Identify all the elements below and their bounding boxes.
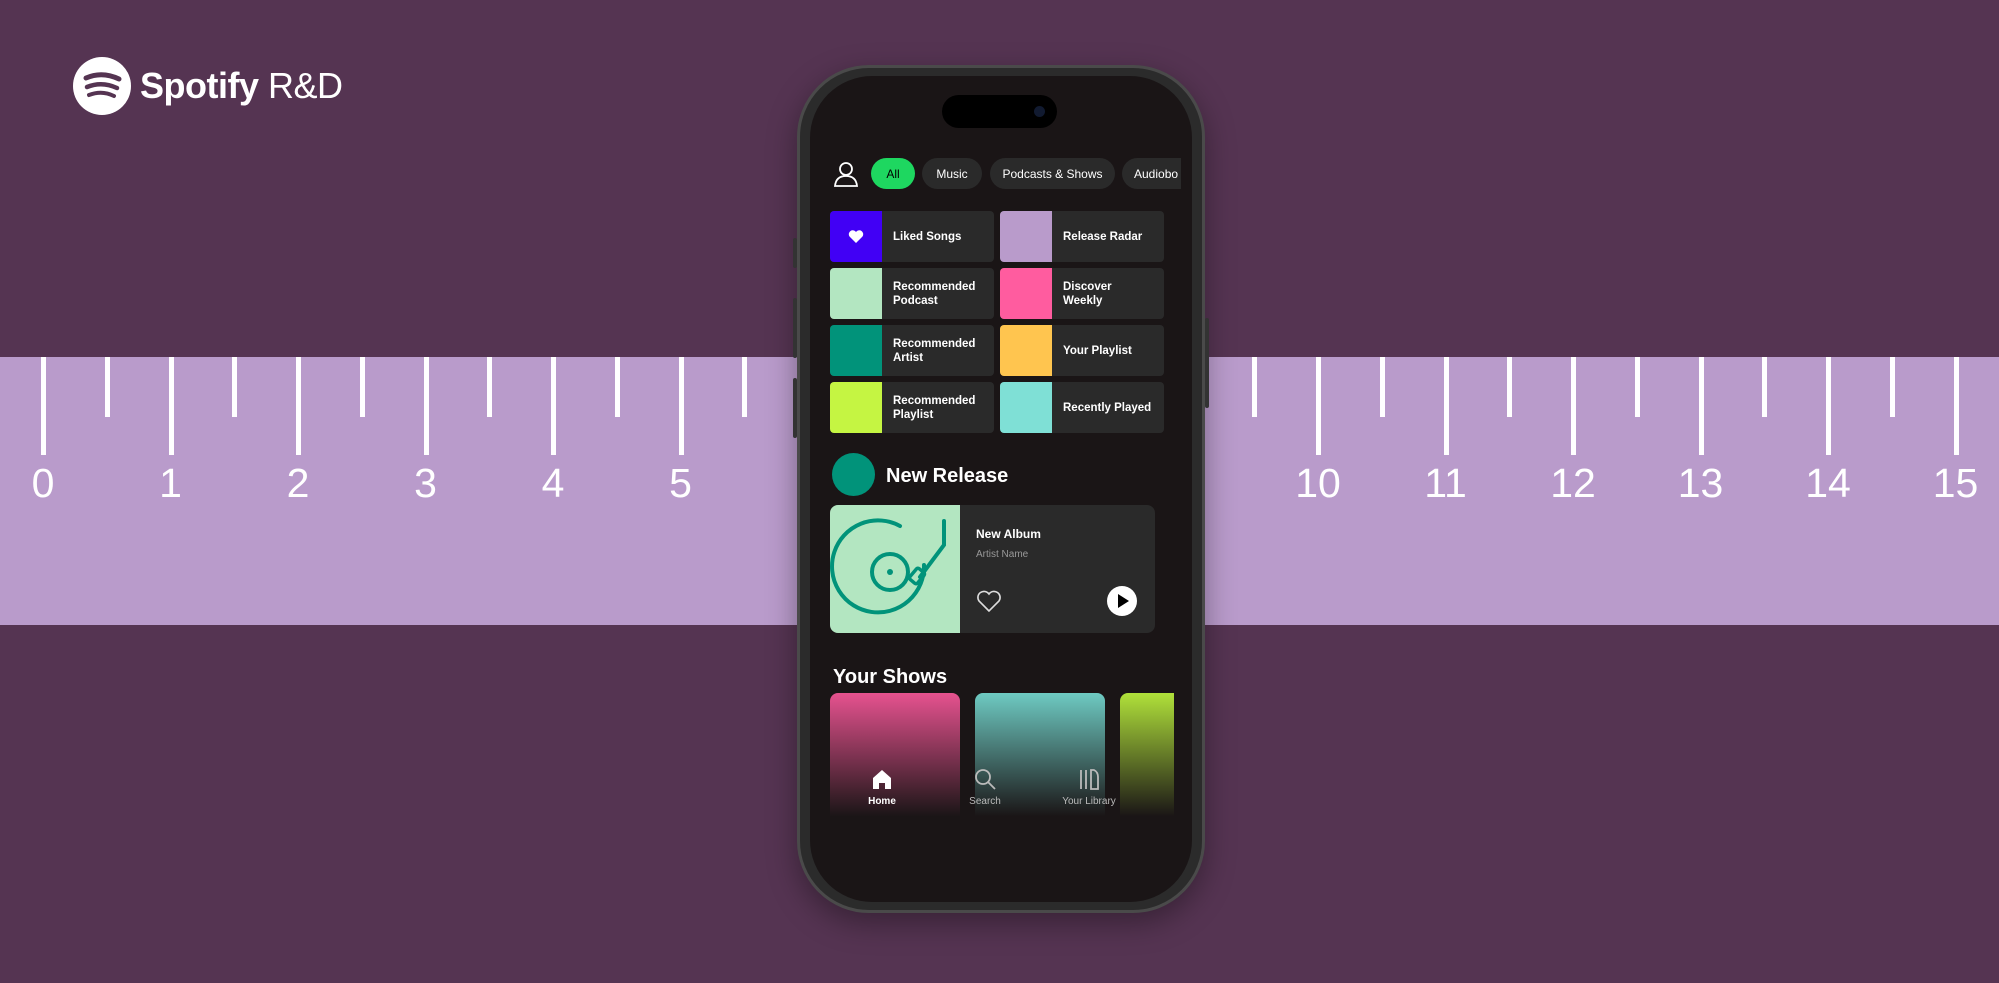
ruler-tick	[1379, 357, 1385, 417]
shortcut-cover	[1000, 211, 1052, 262]
ruler-tick	[232, 357, 238, 417]
filter-chip-music[interactable]: Music	[922, 158, 982, 189]
artist-name: Artist Name	[976, 549, 1029, 560]
ruler-tick	[296, 357, 301, 455]
brand-name: Spotify	[140, 65, 259, 106]
ruler-label: 5	[669, 460, 692, 506]
phone-button	[793, 378, 797, 438]
ruler-tick	[1826, 357, 1831, 455]
nav-home[interactable]: Home	[837, 768, 927, 807]
shortcut-cover	[830, 325, 882, 376]
ruler-tick	[168, 357, 174, 455]
ruler-label: 4	[541, 460, 565, 506]
nav-search-label: Search	[969, 796, 1001, 807]
heart-icon[interactable]	[976, 589, 1002, 613]
ruler-tick	[678, 357, 684, 455]
phone-button	[793, 298, 797, 358]
ruler-tick	[1698, 357, 1704, 455]
ruler-label: 3	[414, 460, 437, 506]
ruler-label: 10	[1295, 460, 1341, 506]
phone-button	[793, 238, 797, 268]
shortcut-label: Recently Played	[1063, 401, 1152, 414]
shortcut-card[interactable]: Release Radar	[1000, 211, 1164, 262]
heart-icon	[848, 230, 864, 243]
ruler-tick	[423, 357, 429, 455]
dynamic-island	[942, 95, 1057, 128]
album-card[interactable]: New Album Artist Name	[830, 505, 1155, 633]
album-title: New Album	[976, 527, 1041, 541]
ruler-label: 1	[159, 460, 182, 506]
shortcut-cover	[1000, 382, 1052, 433]
filter-chip-all[interactable]: All	[871, 158, 915, 189]
ruler-tick	[1953, 357, 1959, 455]
home-icon	[873, 770, 891, 789]
shortcut-label: Release Radar	[1063, 230, 1143, 243]
shortcut-label: Liked Songs	[893, 230, 962, 243]
shortcut-label: Recommended Playlist	[893, 394, 976, 421]
shortcut-label: Discover Weekly	[1063, 280, 1112, 307]
ruler-label: 2	[286, 460, 310, 506]
filter-chip-podcasts[interactable]: Podcasts & Shows	[990, 158, 1115, 189]
phone-screen: All Music Podcasts & Shows Audiobo Liked…	[810, 76, 1192, 902]
spotify-rd-logo: Spotify R&D	[73, 57, 343, 115]
search-icon	[975, 769, 996, 790]
ruler-tick	[551, 357, 556, 455]
ruler-tick	[1571, 357, 1576, 455]
ruler-tick	[1507, 357, 1513, 417]
ruler-tick	[1316, 357, 1321, 455]
shortcut-card[interactable]: Recommended Playlist	[830, 382, 994, 433]
ruler-tick	[614, 357, 620, 417]
spotify-icon	[73, 57, 131, 115]
nav-search[interactable]: Search	[940, 768, 1030, 807]
play-button[interactable]	[1107, 586, 1137, 616]
shortcut-card[interactable]: Your Playlist	[1000, 325, 1164, 376]
nav-library[interactable]: Your Library	[1044, 768, 1134, 807]
shortcut-cover	[830, 268, 882, 319]
brand-suffix: R&D	[268, 65, 343, 106]
your-shows-title: Your Shows	[833, 666, 948, 688]
album-art	[830, 505, 960, 633]
ruler-tick	[487, 357, 493, 417]
filter-chip-audiobooks[interactable]: Audiobo	[1122, 158, 1181, 189]
shortcut-cover	[1000, 268, 1052, 319]
profile-icon[interactable]	[833, 161, 859, 187]
shortcut-card[interactable]: Recommended Podcast	[830, 268, 994, 319]
shortcut-label: Your Playlist	[1063, 344, 1132, 357]
new-release-title: New Release	[886, 465, 1009, 487]
shortcut-cover	[1000, 325, 1052, 376]
ruler-tick	[742, 357, 748, 417]
ruler-tick	[1252, 357, 1258, 417]
ruler-tick	[104, 357, 110, 417]
shortcut-card[interactable]: Discover Weekly	[1000, 268, 1164, 319]
shortcut-card[interactable]: Recommended Artist	[830, 325, 994, 376]
ruler-label: 14	[1805, 460, 1851, 506]
phone-button	[1205, 318, 1209, 408]
nav-home-label: Home	[868, 796, 896, 807]
artist-avatar	[832, 453, 875, 496]
shortcut-card[interactable]: Recently Played	[1000, 382, 1164, 433]
ruler-tick	[1889, 357, 1895, 417]
ruler-label: 11	[1424, 460, 1467, 506]
ruler-tick	[1634, 357, 1640, 417]
shortcut-label: Recommended Podcast	[893, 280, 976, 307]
shortcut-card[interactable]: Liked Songs	[830, 211, 994, 262]
ruler-tick	[1762, 357, 1768, 417]
shortcut-label: Recommended Artist	[893, 337, 976, 364]
nav-library-label: Your Library	[1062, 796, 1116, 807]
ruler-tick	[41, 357, 46, 455]
shortcut-cover	[830, 211, 882, 262]
ruler-tick	[359, 357, 365, 417]
ruler-label: 13	[1677, 460, 1724, 506]
turntable-icon	[830, 518, 946, 615]
ruler-label: 0	[31, 460, 55, 506]
ruler-label: 15	[1932, 460, 1979, 506]
ruler-label: 12	[1550, 460, 1596, 506]
library-icon	[1080, 769, 1099, 790]
ruler-tick	[1443, 357, 1449, 455]
shortcut-cover	[830, 382, 882, 433]
phone-mockup: All Music Podcasts & Shows Audiobo Liked…	[793, 65, 1209, 913]
